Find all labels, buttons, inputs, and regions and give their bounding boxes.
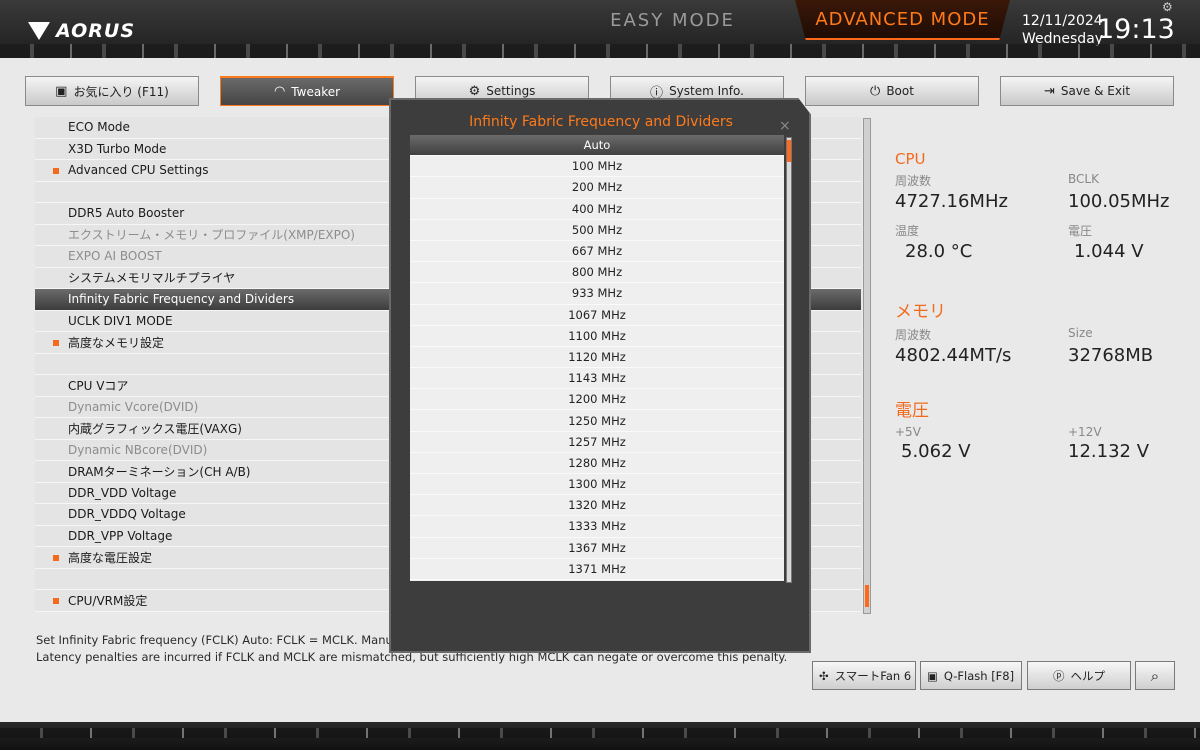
option-item[interactable]: 1200 MHz <box>410 389 784 411</box>
v5-value: 5.062 V <box>901 441 971 462</box>
option-item[interactable]: 1250 MHz <box>410 410 784 432</box>
voltage-info: 電圧 +5V +12V 5.062 V 12.132 V <box>895 396 1185 470</box>
tab-boot[interactable]: ⏻ Boot <box>805 76 979 106</box>
chip-icon: ▣ <box>927 668 938 683</box>
speedometer-icon: ◠ <box>273 84 286 99</box>
option-item[interactable]: 400 MHz <box>410 199 784 220</box>
fan-icon: ✣ <box>819 668 829 683</box>
option-item[interactable]: 1320 MHz <box>410 495 784 517</box>
option-item[interactable]: 933 MHz <box>410 283 784 305</box>
qflash-label: Q-Flash [F8] <box>943 668 1015 683</box>
v12-value: 12.132 V <box>1068 441 1150 462</box>
cpu-title: CPU <box>895 150 926 168</box>
v5-label: +5V <box>895 425 921 439</box>
dialog-title: Infinity Fabric Frequency and Dividers <box>469 114 733 130</box>
v12-label: +12V <box>1068 425 1102 439</box>
tab-label: Settings <box>486 84 536 98</box>
easy-mode-tab[interactable]: EASY MODE <box>560 0 785 40</box>
cpu-temp-label: 温度 <box>895 224 920 238</box>
help-icon: ⓟ <box>1053 668 1065 683</box>
tab-favorites[interactable]: ▣ お気に入り (F11) <box>25 76 199 106</box>
option-list: Auto 100 MHz 200 MHz 400 MHz 500 MHz 667… <box>410 135 784 581</box>
cpu-volt-value: 1.044 V <box>1074 241 1144 262</box>
option-item[interactable]: 667 MHz <box>410 241 784 263</box>
settings-gear-icon[interactable]: ⚙ <box>1162 0 1173 14</box>
tab-save-exit[interactable]: ⇥ Save & Exit <box>1000 76 1174 106</box>
clock: 19:13 <box>1097 14 1175 45</box>
option-item[interactable]: 1100 MHz <box>410 326 784 347</box>
smart-fan-label: スマートFan 6 [F6] <box>834 668 915 683</box>
mem-size-value: 32768MB <box>1068 345 1154 366</box>
eagle-icon <box>28 22 50 40</box>
cpu-freq-value: 4727.16MHz <box>895 191 1008 212</box>
tab-label: System Info. <box>669 84 744 98</box>
option-item[interactable]: 1143 MHz <box>410 368 784 390</box>
option-item[interactable]: 200 MHz <box>410 177 784 199</box>
option-item[interactable]: 500 MHz <box>410 220 784 241</box>
tab-label: Save & Exit <box>1060 84 1131 98</box>
power-icon: ⏻ <box>870 83 881 99</box>
smart-fan-button[interactable]: ✣ スマートFan 6 [F6] <box>812 661 916 690</box>
cpu-volt-label: 電圧 <box>1068 224 1093 238</box>
voltage-title: 電圧 <box>895 401 929 421</box>
tab-label: お気に入り (F11) <box>73 84 169 99</box>
cpu-temp-value: 28.0 °C <box>905 241 973 262</box>
help-button[interactable]: ⓟ ヘルプ <box>1027 661 1131 690</box>
search-icon: ⌕ <box>1150 666 1160 685</box>
option-item[interactable]: 1120 MHz <box>410 347 784 369</box>
option-item[interactable]: 1300 MHz <box>410 474 784 496</box>
info-icon: ⓘ <box>650 85 664 101</box>
mem-freq-value: 4802.44MT/s <box>895 345 1012 366</box>
top-bar: AORUS EASY MODE ADVANCED MODE 12/11/2024… <box>0 0 1200 58</box>
logo-text: AORUS <box>56 20 136 42</box>
cpu-info: CPU 周波数 BCLK 4727.16MHz 100.05MHz 温度 電圧 … <box>895 150 1185 270</box>
search-button[interactable]: ⌕ <box>1135 661 1175 690</box>
qflash-button[interactable]: ▣ Q-Flash [F8] <box>920 661 1022 690</box>
option-item[interactable]: 1067 MHz <box>410 305 784 326</box>
mem-freq-label: 周波数 <box>895 328 932 342</box>
settings-scrollbar[interactable] <box>863 118 871 614</box>
bclk-label: BCLK <box>1068 172 1099 186</box>
cpu-freq-label: 周波数 <box>895 174 932 188</box>
weekday: Wednesday <box>1022 31 1104 47</box>
option-item[interactable]: 1333 MHz <box>410 516 784 538</box>
option-item[interactable]: 1280 MHz <box>410 453 784 474</box>
help-label: ヘルプ <box>1070 668 1106 683</box>
option-scrollbar[interactable] <box>786 137 792 583</box>
gear-icon: ⚙ <box>468 83 481 99</box>
close-icon[interactable]: × <box>779 118 791 134</box>
aorus-logo: AORUS <box>28 16 135 46</box>
mem-size-label: Size <box>1068 326 1093 340</box>
option-scrollbar-thumb[interactable] <box>787 140 791 162</box>
tab-tweaker[interactable]: ◠ Tweaker <box>220 76 394 106</box>
memory-info: メモリ 周波数 Size 4802.44MT/s 32768MB <box>895 297 1185 374</box>
option-item[interactable]: 1257 MHz <box>410 432 784 453</box>
advanced-mode-tab[interactable]: ADVANCED MODE <box>795 0 1010 40</box>
fclk-select-dialog: Infinity Fabric Frequency and Dividers ×… <box>389 98 811 653</box>
exit-icon: ⇥ <box>1043 83 1055 99</box>
bottom-decor-strip <box>0 722 1200 750</box>
option-item[interactable]: 800 MHz <box>410 262 784 284</box>
scrollbar-thumb[interactable] <box>865 585 869 607</box>
option-item-selected[interactable]: Auto <box>410 135 784 157</box>
option-item[interactable]: 1367 MHz <box>410 538 784 559</box>
tab-label: Tweaker <box>291 84 341 99</box>
tab-label: Boot <box>886 84 914 98</box>
option-item[interactable]: 1371 MHz <box>410 559 784 580</box>
option-item[interactable]: 100 MHz <box>410 156 784 178</box>
memory-title: メモリ <box>895 302 946 322</box>
star-folder-icon: ▣ <box>55 83 68 99</box>
date-block: 12/11/2024 Wednesday <box>1022 12 1103 48</box>
bclk-value: 100.05MHz <box>1068 191 1170 212</box>
date: 12/11/2024 <box>1022 13 1103 29</box>
